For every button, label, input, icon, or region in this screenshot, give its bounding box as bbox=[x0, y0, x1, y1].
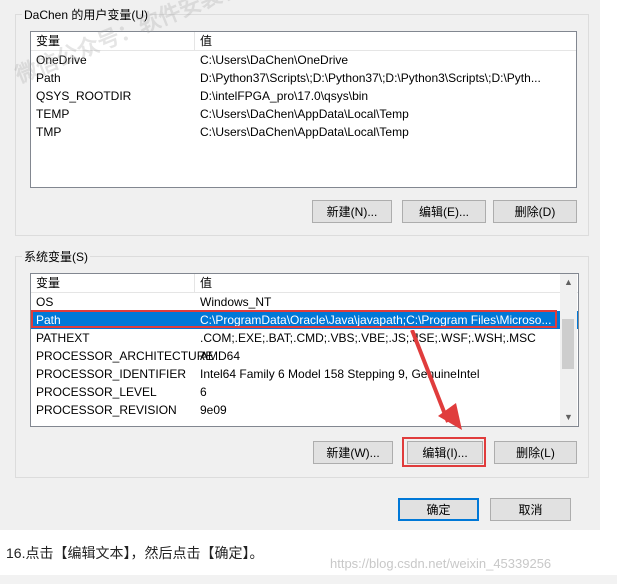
path-row-highlight bbox=[31, 310, 557, 328]
instruction-caption: 16.点击【编辑文本】，然后点击【确定】。 bbox=[6, 545, 264, 561]
bottom-strip bbox=[0, 575, 617, 584]
user-vars-header: 变量 值 bbox=[31, 32, 576, 51]
user-vars-list[interactable]: 变量 值 OneDrive C:\Users\DaChen\OneDrive Pa… bbox=[30, 31, 577, 188]
user-edit-button[interactable]: 编辑(E)... bbox=[402, 200, 486, 223]
red-arrow-icon bbox=[410, 330, 462, 430]
list-item[interactable]: QSYS_ROOTDIR D:\intelFPGA_pro\17.0\qsys\b… bbox=[31, 87, 576, 105]
user-vars-rows: OneDrive C:\Users\DaChen\OneDrive Path D:\… bbox=[31, 51, 576, 141]
list-item[interactable]: TMP C:\Users\DaChen\AppData\Local\Temp bbox=[31, 123, 576, 141]
list-item[interactable]: PATHEXT .COM;.EXE;.BAT;.CMD;.VBS;.VBE;.JS… bbox=[31, 329, 578, 347]
list-item[interactable]: Path D:\Python37\Scripts\;D:\Python37\;D:… bbox=[31, 69, 576, 87]
cancel-button[interactable]: 取消 bbox=[490, 498, 571, 521]
environment-variables-dialog: DaChen 的用户变量(U) 变量 值 OneDrive C:\Users\Da… bbox=[0, 0, 600, 530]
watermark-url: https://blog.csdn.net/weixin_45339256 bbox=[330, 556, 552, 571]
system-new-button[interactable]: 新建(W)... bbox=[313, 441, 393, 464]
user-new-button[interactable]: 新建(N)... bbox=[312, 200, 392, 223]
system-vars-title: 系统变量(S) bbox=[22, 248, 90, 265]
list-item[interactable]: OS Windows_NT bbox=[31, 293, 578, 311]
scroll-up-icon[interactable]: ▲ bbox=[560, 274, 577, 291]
col-variable[interactable]: 变量 bbox=[31, 274, 60, 292]
list-item[interactable]: OneDrive C:\Users\DaChen\OneDrive bbox=[31, 51, 576, 69]
user-vars-title: DaChen 的用户变量(U) bbox=[22, 6, 151, 23]
user-delete-button[interactable]: 删除(D) bbox=[493, 200, 577, 223]
page-right-margin bbox=[600, 0, 617, 530]
list-item[interactable]: PROCESSOR_REVISION 9e09 bbox=[31, 401, 578, 419]
scroll-thumb[interactable] bbox=[562, 319, 574, 369]
scroll-down-icon[interactable]: ▼ bbox=[560, 409, 577, 426]
system-delete-button[interactable]: 删除(L) bbox=[494, 441, 577, 464]
list-item[interactable]: PROCESSOR_ARCHITECTURE AMD64 bbox=[31, 347, 578, 365]
ok-button[interactable]: 确定 bbox=[398, 498, 479, 521]
list-item[interactable]: PROCESSOR_IDENTIFIER Intel64 Family 6 Mod… bbox=[31, 365, 578, 383]
system-vars-scrollbar[interactable]: ▲ ▼ bbox=[560, 274, 577, 426]
col-variable[interactable]: 变量 bbox=[31, 32, 60, 50]
col-value[interactable]: 值 bbox=[195, 274, 212, 292]
list-item[interactable]: TEMP C:\Users\DaChen\AppData\Local\Temp bbox=[31, 105, 576, 123]
system-vars-header: 变量 值 bbox=[31, 274, 578, 293]
list-item[interactable]: PROCESSOR_LEVEL 6 bbox=[31, 383, 578, 401]
system-vars-list[interactable]: 变量 值 OS Windows_NT Path C:\ProgramData\Ora… bbox=[30, 273, 579, 427]
col-value[interactable]: 值 bbox=[195, 32, 212, 50]
edit-button-highlight bbox=[402, 437, 486, 467]
